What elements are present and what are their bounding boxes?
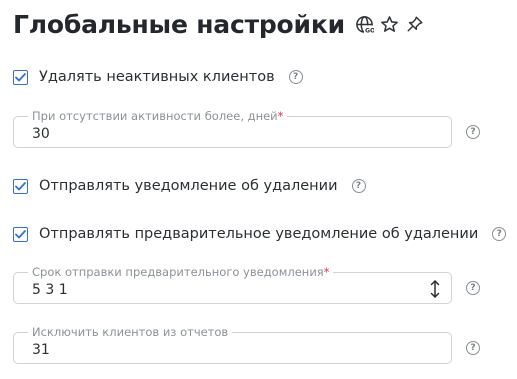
notify-deletion-label: Отправлять уведомление об удалении xyxy=(39,178,338,194)
required-mark: * xyxy=(323,265,330,279)
delete-inactive-row: Удалять неактивных клиентов ? xyxy=(13,67,303,87)
pin-icon[interactable] xyxy=(405,14,425,34)
help-icon[interactable]: ? xyxy=(288,70,303,84)
check-icon xyxy=(15,72,26,81)
pre-notify-deletion-row: Отправлять предварительное уведомление о… xyxy=(13,224,507,244)
pre-notify-period-input[interactable]: 5 3 1 xyxy=(32,282,68,298)
pre-notify-period-field[interactable]: Срок отправки предварительного уведомлен… xyxy=(13,265,452,304)
inactivity-days-input[interactable]: 30 xyxy=(32,126,50,142)
check-icon xyxy=(15,229,26,238)
page-header: Глобальные настройки GO xyxy=(13,7,425,41)
delete-inactive-checkbox[interactable] xyxy=(13,69,28,85)
exclude-from-reports-field[interactable]: Исключить клиентов из отчетов 31 xyxy=(13,325,452,364)
pre-notify-deletion-checkbox[interactable] xyxy=(13,226,28,242)
check-icon xyxy=(15,181,26,190)
help-icon[interactable]: ? xyxy=(466,125,480,139)
svg-text:GO: GO xyxy=(365,27,374,33)
inactivity-days-field[interactable]: При отсутствии активности более, дней* 3… xyxy=(13,109,452,148)
notify-deletion-checkbox[interactable] xyxy=(13,178,28,194)
page-title: Глобальные настройки xyxy=(13,9,345,39)
help-icon[interactable]: ? xyxy=(466,281,480,295)
notify-deletion-row: Отправлять уведомление об удалении ? xyxy=(13,176,366,196)
exclude-from-reports-label: Исключить клиентов из отчетов xyxy=(28,325,233,339)
required-mark: * xyxy=(277,109,284,123)
globe-icon[interactable]: GO xyxy=(355,14,375,34)
inactivity-days-label: При отсутствии активности более, дней* xyxy=(28,109,288,123)
pre-notify-deletion-label: Отправлять предварительное уведомление о… xyxy=(39,226,479,242)
help-icon[interactable]: ? xyxy=(492,227,507,241)
pre-notify-period-label: Срок отправки предварительного уведомлен… xyxy=(28,265,334,279)
exclude-from-reports-input[interactable]: 31 xyxy=(32,342,50,358)
delete-inactive-label: Удалять неактивных клиентов xyxy=(39,69,275,85)
help-icon[interactable]: ? xyxy=(351,179,366,193)
help-icon[interactable]: ? xyxy=(466,341,480,355)
star-icon[interactable] xyxy=(380,14,400,34)
stepper-arrows-icon[interactable] xyxy=(428,279,442,299)
